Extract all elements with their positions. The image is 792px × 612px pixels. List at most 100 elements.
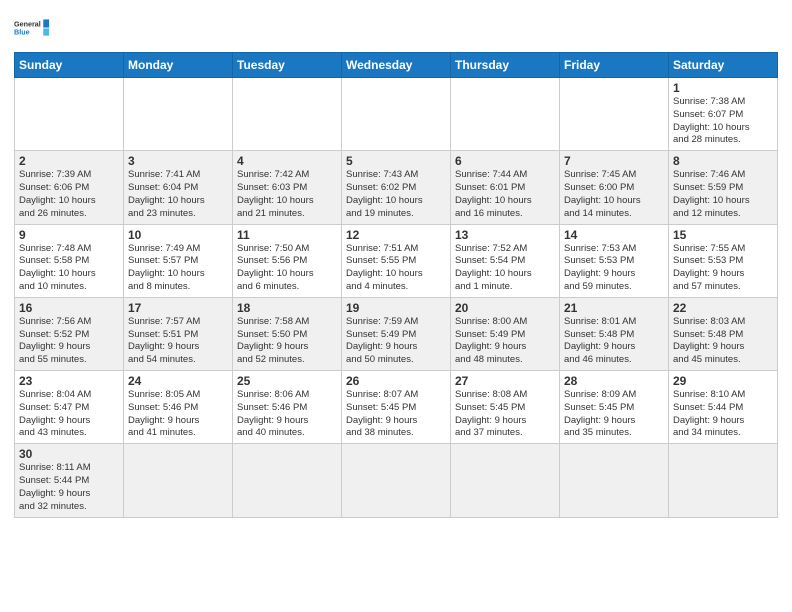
calendar-cell: [560, 78, 669, 151]
day-info: Sunrise: 7:52 AM Sunset: 5:54 PM Dayligh…: [455, 243, 555, 294]
logo: GeneralBlue: [14, 10, 50, 46]
calendar-cell: [233, 78, 342, 151]
calendar-cell: [124, 78, 233, 151]
day-number: 25: [237, 374, 337, 388]
calendar-cell: 13Sunrise: 7:52 AM Sunset: 5:54 PM Dayli…: [451, 224, 560, 297]
day-number: 9: [19, 228, 119, 242]
svg-text:General: General: [14, 20, 41, 29]
header: GeneralBlue: [14, 10, 778, 46]
weekday-header-friday: Friday: [560, 53, 669, 78]
day-number: 8: [673, 154, 773, 168]
day-info: Sunrise: 7:38 AM Sunset: 6:07 PM Dayligh…: [673, 96, 773, 147]
day-number: 4: [237, 154, 337, 168]
day-number: 20: [455, 301, 555, 315]
day-number: 14: [564, 228, 664, 242]
weekday-header-sunday: Sunday: [15, 53, 124, 78]
day-number: 29: [673, 374, 773, 388]
calendar-cell: 10Sunrise: 7:49 AM Sunset: 5:57 PM Dayli…: [124, 224, 233, 297]
day-info: Sunrise: 8:04 AM Sunset: 5:47 PM Dayligh…: [19, 389, 119, 440]
logo-icon: GeneralBlue: [14, 10, 50, 46]
day-number: 17: [128, 301, 228, 315]
day-number: 24: [128, 374, 228, 388]
day-number: 28: [564, 374, 664, 388]
weekday-header-wednesday: Wednesday: [342, 53, 451, 78]
day-info: Sunrise: 7:46 AM Sunset: 5:59 PM Dayligh…: [673, 169, 773, 220]
page: GeneralBlue SundayMondayTuesdayWednesday…: [0, 0, 792, 612]
calendar-cell: [342, 78, 451, 151]
day-info: Sunrise: 7:58 AM Sunset: 5:50 PM Dayligh…: [237, 316, 337, 367]
calendar-cell: 16Sunrise: 7:56 AM Sunset: 5:52 PM Dayli…: [15, 297, 124, 370]
day-info: Sunrise: 7:49 AM Sunset: 5:57 PM Dayligh…: [128, 243, 228, 294]
svg-text:Blue: Blue: [14, 28, 30, 37]
day-number: 7: [564, 154, 664, 168]
calendar-cell: 29Sunrise: 8:10 AM Sunset: 5:44 PM Dayli…: [669, 371, 778, 444]
calendar-cell: 28Sunrise: 8:09 AM Sunset: 5:45 PM Dayli…: [560, 371, 669, 444]
calendar-cell: 14Sunrise: 7:53 AM Sunset: 5:53 PM Dayli…: [560, 224, 669, 297]
calendar-cell: 22Sunrise: 8:03 AM Sunset: 5:48 PM Dayli…: [669, 297, 778, 370]
day-number: 6: [455, 154, 555, 168]
day-info: Sunrise: 7:42 AM Sunset: 6:03 PM Dayligh…: [237, 169, 337, 220]
calendar-week-row: 16Sunrise: 7:56 AM Sunset: 5:52 PM Dayli…: [15, 297, 778, 370]
calendar-cell: 9Sunrise: 7:48 AM Sunset: 5:58 PM Daylig…: [15, 224, 124, 297]
calendar-cell: 23Sunrise: 8:04 AM Sunset: 5:47 PM Dayli…: [15, 371, 124, 444]
day-number: 1: [673, 81, 773, 95]
calendar-cell: 8Sunrise: 7:46 AM Sunset: 5:59 PM Daylig…: [669, 151, 778, 224]
calendar-cell: [15, 78, 124, 151]
day-info: Sunrise: 8:06 AM Sunset: 5:46 PM Dayligh…: [237, 389, 337, 440]
calendar-cell: [124, 444, 233, 517]
calendar-cell: 1Sunrise: 7:38 AM Sunset: 6:07 PM Daylig…: [669, 78, 778, 151]
calendar-week-row: 30Sunrise: 8:11 AM Sunset: 5:44 PM Dayli…: [15, 444, 778, 517]
day-number: 10: [128, 228, 228, 242]
calendar-cell: 25Sunrise: 8:06 AM Sunset: 5:46 PM Dayli…: [233, 371, 342, 444]
calendar-week-row: 9Sunrise: 7:48 AM Sunset: 5:58 PM Daylig…: [15, 224, 778, 297]
calendar-cell: 6Sunrise: 7:44 AM Sunset: 6:01 PM Daylig…: [451, 151, 560, 224]
calendar-cell: [233, 444, 342, 517]
weekday-header-tuesday: Tuesday: [233, 53, 342, 78]
calendar-cell: 7Sunrise: 7:45 AM Sunset: 6:00 PM Daylig…: [560, 151, 669, 224]
calendar-cell: [451, 444, 560, 517]
day-number: 21: [564, 301, 664, 315]
day-number: 3: [128, 154, 228, 168]
day-number: 5: [346, 154, 446, 168]
calendar-cell: [560, 444, 669, 517]
weekday-header-monday: Monday: [124, 53, 233, 78]
day-info: Sunrise: 7:57 AM Sunset: 5:51 PM Dayligh…: [128, 316, 228, 367]
calendar-cell: [669, 444, 778, 517]
calendar-cell: 12Sunrise: 7:51 AM Sunset: 5:55 PM Dayli…: [342, 224, 451, 297]
calendar-cell: [342, 444, 451, 517]
day-info: Sunrise: 8:05 AM Sunset: 5:46 PM Dayligh…: [128, 389, 228, 440]
day-number: 2: [19, 154, 119, 168]
weekday-header-saturday: Saturday: [669, 53, 778, 78]
day-number: 27: [455, 374, 555, 388]
calendar-cell: 5Sunrise: 7:43 AM Sunset: 6:02 PM Daylig…: [342, 151, 451, 224]
day-info: Sunrise: 7:45 AM Sunset: 6:00 PM Dayligh…: [564, 169, 664, 220]
day-number: 18: [237, 301, 337, 315]
calendar-cell: 11Sunrise: 7:50 AM Sunset: 5:56 PM Dayli…: [233, 224, 342, 297]
calendar-table: SundayMondayTuesdayWednesdayThursdayFrid…: [14, 52, 778, 518]
calendar-cell: 4Sunrise: 7:42 AM Sunset: 6:03 PM Daylig…: [233, 151, 342, 224]
calendar-week-row: 23Sunrise: 8:04 AM Sunset: 5:47 PM Dayli…: [15, 371, 778, 444]
day-info: Sunrise: 7:39 AM Sunset: 6:06 PM Dayligh…: [19, 169, 119, 220]
calendar-cell: 21Sunrise: 8:01 AM Sunset: 5:48 PM Dayli…: [560, 297, 669, 370]
calendar-cell: 19Sunrise: 7:59 AM Sunset: 5:49 PM Dayli…: [342, 297, 451, 370]
calendar-cell: 18Sunrise: 7:58 AM Sunset: 5:50 PM Dayli…: [233, 297, 342, 370]
calendar-week-row: 2Sunrise: 7:39 AM Sunset: 6:06 PM Daylig…: [15, 151, 778, 224]
day-number: 12: [346, 228, 446, 242]
day-info: Sunrise: 8:09 AM Sunset: 5:45 PM Dayligh…: [564, 389, 664, 440]
day-info: Sunrise: 7:50 AM Sunset: 5:56 PM Dayligh…: [237, 243, 337, 294]
day-info: Sunrise: 8:01 AM Sunset: 5:48 PM Dayligh…: [564, 316, 664, 367]
day-info: Sunrise: 8:10 AM Sunset: 5:44 PM Dayligh…: [673, 389, 773, 440]
day-number: 16: [19, 301, 119, 315]
day-info: Sunrise: 8:00 AM Sunset: 5:49 PM Dayligh…: [455, 316, 555, 367]
calendar-cell: 20Sunrise: 8:00 AM Sunset: 5:49 PM Dayli…: [451, 297, 560, 370]
weekday-header-row: SundayMondayTuesdayWednesdayThursdayFrid…: [15, 53, 778, 78]
day-number: 11: [237, 228, 337, 242]
day-info: Sunrise: 7:43 AM Sunset: 6:02 PM Dayligh…: [346, 169, 446, 220]
day-number: 13: [455, 228, 555, 242]
day-info: Sunrise: 7:41 AM Sunset: 6:04 PM Dayligh…: [128, 169, 228, 220]
day-number: 22: [673, 301, 773, 315]
day-info: Sunrise: 7:59 AM Sunset: 5:49 PM Dayligh…: [346, 316, 446, 367]
weekday-header-thursday: Thursday: [451, 53, 560, 78]
day-info: Sunrise: 8:08 AM Sunset: 5:45 PM Dayligh…: [455, 389, 555, 440]
day-info: Sunrise: 7:44 AM Sunset: 6:01 PM Dayligh…: [455, 169, 555, 220]
